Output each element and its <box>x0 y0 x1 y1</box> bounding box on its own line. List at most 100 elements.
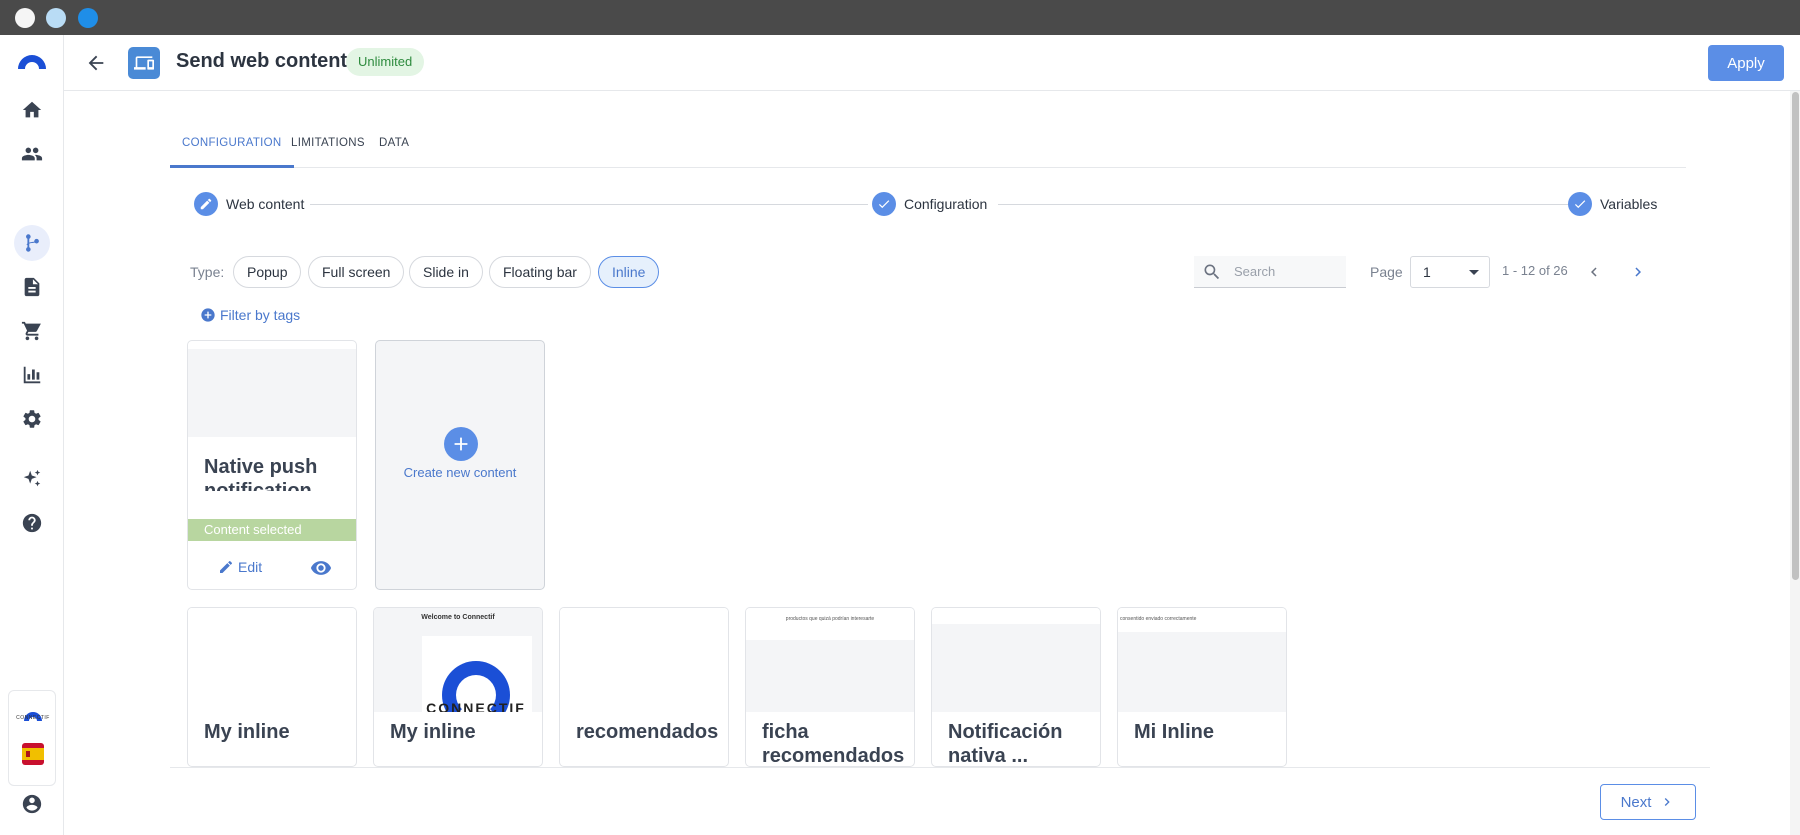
back-button[interactable] <box>82 49 110 77</box>
eye-icon <box>310 561 332 575</box>
people-icon <box>21 147 43 161</box>
step-label: Configuration <box>904 196 994 212</box>
pagination-range: 1 - 12 of 26 <box>1502 263 1568 278</box>
sidebar: CONNECTIF <box>0 35 64 835</box>
brand-mini-text: CONNECTIF <box>16 715 50 721</box>
sidebar-item-reports[interactable] <box>14 357 50 393</box>
content-card[interactable]: productos que quizá podrían interesarte … <box>745 607 915 767</box>
content-card[interactable]: Welcome to Connectif CONNECTIF My inline <box>373 607 543 767</box>
tab-configuration[interactable]: CONFIGURATION <box>170 126 294 168</box>
devices-icon <box>134 56 154 70</box>
card-preview <box>932 608 1100 712</box>
page-select[interactable]: 1 <box>1410 256 1490 288</box>
connectif-preview-logo: CONNECTIF <box>422 636 532 712</box>
arrow-left-icon <box>88 55 104 71</box>
web-content-type-icon <box>128 47 160 79</box>
sidebar-item-help[interactable] <box>14 505 50 541</box>
step-configuration[interactable]: Configuration <box>872 190 994 218</box>
type-chip-slide-in[interactable]: Slide in <box>409 256 483 288</box>
card-title: My inline <box>204 721 290 743</box>
card-preview: Welcome to Connectif CONNECTIF <box>374 608 542 712</box>
search-icon <box>1204 264 1220 279</box>
next-page-button[interactable] <box>1624 258 1652 286</box>
account-switcher[interactable]: CONNECTIF <box>8 690 56 786</box>
preview-text: productos que quizá podrían interesarte <box>785 616 875 622</box>
previous-page-button[interactable] <box>1580 258 1608 286</box>
sidebar-item-account[interactable] <box>14 786 50 822</box>
type-chip-floating-bar[interactable]: Floating bar <box>489 256 591 288</box>
tab-data[interactable]: DATA <box>367 126 421 168</box>
type-chip-inline[interactable]: Inline <box>598 256 660 288</box>
chevron-right-icon <box>1665 798 1671 806</box>
preview-content-button[interactable] <box>308 555 334 581</box>
step-variables[interactable]: Variables <box>1568 190 1664 218</box>
check-icon <box>878 200 890 209</box>
sidebar-item-home[interactable] <box>14 92 50 128</box>
preview-text: consentido enviado correctamente <box>1120 616 1197 622</box>
window-close-button[interactable] <box>15 8 35 28</box>
card-title: ficha recomendados <box>762 721 905 767</box>
connectif-logo-icon[interactable] <box>14 47 50 73</box>
caret-down-icon <box>1469 270 1479 275</box>
window-minimize-button[interactable] <box>46 8 66 28</box>
create-new-content-card[interactable]: Create new content <box>375 340 545 590</box>
pencil-icon <box>200 198 212 210</box>
page-label: Page <box>1370 264 1403 280</box>
step-circle <box>1568 192 1592 216</box>
edit-label: Edit <box>238 559 263 575</box>
scrollbar-thumb[interactable] <box>1792 92 1799 580</box>
type-chip-full-screen[interactable]: Full screen <box>308 256 405 288</box>
next-button[interactable]: Next <box>1600 784 1696 820</box>
sparkles-icon <box>23 469 41 487</box>
sidebar-item-content[interactable] <box>14 269 50 305</box>
page-title: Send web content <box>176 50 348 72</box>
window-titlebar <box>0 0 1800 35</box>
spain-flag-icon[interactable] <box>22 743 44 765</box>
content-card-selected[interactable]: Native push notification Content selecte… <box>187 340 357 590</box>
sidebar-item-settings[interactable] <box>14 401 50 437</box>
sidebar-item-store[interactable] <box>14 313 50 349</box>
card-title: Notificación nativa ... <box>948 721 1063 767</box>
content-card[interactable]: Notificación nativa ... <box>931 607 1101 767</box>
apply-button[interactable]: Apply <box>1708 45 1784 81</box>
card-preview: consentido enviado correctamente <box>1118 608 1286 712</box>
step-circle <box>872 192 896 216</box>
filter-by-tags-label: Filter by tags <box>220 307 301 323</box>
edit-content-button[interactable]: Edit <box>218 559 262 575</box>
window-maximize-button[interactable] <box>78 8 98 28</box>
wizard-stepper: Web content Configuration Variables <box>192 190 1664 218</box>
content-card[interactable]: My inline <box>187 607 357 767</box>
content-card[interactable]: consentido enviado correctamente Mi Inli… <box>1117 607 1287 767</box>
tab-limitations[interactable]: LIMITATIONS <box>279 126 377 168</box>
content-card[interactable]: recomendados <box>559 607 729 767</box>
step-connector <box>998 204 1572 205</box>
chevron-left-icon <box>1591 267 1597 277</box>
bar-chart-icon <box>23 366 41 384</box>
card-preview: productos que quizá podrían interesarte <box>746 608 914 712</box>
account-circle-icon <box>22 794 42 814</box>
status-badge: Unlimited <box>346 48 425 76</box>
card-preview <box>188 608 356 712</box>
tab-bar: CONFIGURATION LIMITATIONS DATA <box>170 126 1686 168</box>
footer <box>64 768 1790 835</box>
plus-icon <box>444 427 478 461</box>
chevron-right-icon <box>1635 267 1641 277</box>
step-web-content[interactable]: Web content <box>194 190 311 218</box>
document-icon <box>24 277 40 297</box>
sidebar-item-ai[interactable] <box>14 461 50 497</box>
sidebar-item-workflows[interactable] <box>14 225 50 261</box>
sidebar-item-contacts[interactable] <box>14 136 50 172</box>
card-title: Mi Inline <box>1134 721 1214 743</box>
card-title: My inline <box>390 721 476 743</box>
card-preview <box>560 608 728 712</box>
filter-by-tags-link[interactable]: Filter by tags <box>200 305 300 325</box>
help-icon <box>22 513 42 533</box>
search-box <box>1194 256 1346 288</box>
add-circle-icon <box>201 308 215 322</box>
search-input[interactable] <box>1234 264 1334 279</box>
type-chip-popup[interactable]: Popup <box>233 256 302 288</box>
page-select-value: 1 <box>1423 264 1431 280</box>
preview-heading: Welcome to Connectif <box>421 614 495 621</box>
type-filter-label: Type: <box>190 264 225 280</box>
footer-divider <box>170 767 1710 768</box>
